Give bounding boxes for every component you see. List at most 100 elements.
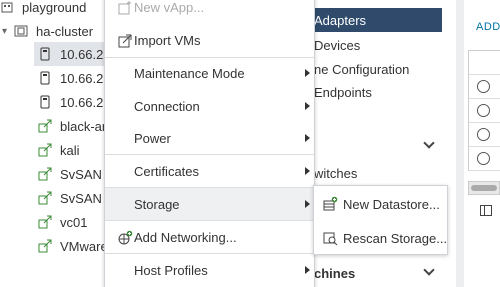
collapse-arrow-icon[interactable]: ▾ (0, 26, 14, 37)
submenu-item-rescan-storage[interactable]: Rescan Storage... (314, 222, 447, 254)
host-context-menu: New vApp... Import VMs Maintenance Mode … (104, 0, 315, 287)
tree-item-vm[interactable]: black-ar (34, 114, 105, 138)
menu-item-label: Add Networking... (134, 230, 237, 245)
table-row[interactable] (469, 123, 500, 147)
menu-item-label: Certificates (134, 164, 200, 179)
vm-icon (38, 167, 52, 181)
tree-item-cluster[interactable]: ▾ ha-cluster (0, 19, 105, 43)
adapters-grid (468, 50, 500, 171)
section-header-machines[interactable]: chines (310, 259, 442, 287)
cluster-icon (14, 25, 28, 37)
nav-item-label: Devices (314, 37, 361, 53)
table-row[interactable] (469, 147, 500, 171)
submenu-arrow-icon (305, 266, 310, 274)
menu-item-label: Power (134, 131, 171, 146)
datacenter-icon (1, 2, 13, 13)
nav-item-endpoints[interactable]: Endpoints (310, 80, 372, 104)
tree-item-label: SvSAN (60, 190, 102, 206)
tree-item-label: 10.66.25 (60, 70, 105, 86)
column-toggle-icon[interactable] (480, 205, 492, 216)
menu-item-label: Import VMs (134, 33, 201, 48)
add-link[interactable]: ADD (476, 21, 500, 33)
panel-divider[interactable] (456, 0, 464, 287)
inventory-tree: playground ▾ ha-cluster 10.66.25 10.66.2… (0, 0, 105, 287)
host-icon (40, 71, 50, 85)
tree-item-datacenter[interactable]: playground (0, 0, 105, 19)
adapters-content-panel: ADD (464, 0, 500, 287)
tree-item-label: 10.66.25 (60, 46, 105, 62)
new-vapp-icon (118, 1, 131, 15)
tree-item-label: ha-cluster (36, 23, 94, 39)
nav-item-label: Adapters (314, 12, 367, 28)
tree-item-label: SvSAN (60, 166, 102, 182)
table-row[interactable] (469, 99, 500, 123)
table-row[interactable] (469, 75, 500, 99)
menu-item-storage[interactable]: Storage (105, 188, 314, 221)
host-icon (40, 95, 50, 109)
tree-item-vm[interactable]: SvSAN (34, 162, 105, 186)
nav-item-label: ne Configuration (314, 61, 410, 77)
menu-item-host-profiles[interactable]: Host Profiles (105, 254, 314, 287)
menu-item-label: Maintenance Mode (134, 66, 245, 81)
rescan-storage-icon (323, 232, 338, 246)
nav-item-devices[interactable]: Devices (310, 33, 360, 57)
nav-item-switches[interactable]: witches (310, 161, 357, 185)
table-header-row (469, 51, 500, 75)
tree-item-vm[interactable]: SvSAN (34, 186, 105, 210)
tree-item-host-selected[interactable]: 10.66.25 (34, 42, 105, 66)
new-datastore-icon (323, 196, 338, 211)
menu-item-power[interactable]: Power (105, 122, 314, 155)
nav-item-configuration[interactable]: ne Configuration (310, 57, 409, 81)
menu-item-label: Connection (134, 99, 200, 114)
vm-icon (38, 215, 52, 229)
tree-item-label: kali (60, 142, 80, 158)
row-radio[interactable] (477, 128, 490, 141)
submenu-item-label: New Datastore... (343, 196, 440, 212)
menu-item-maintenance-mode[interactable]: Maintenance Mode (105, 57, 314, 90)
add-networking-icon (118, 230, 133, 245)
vm-icon (38, 143, 52, 157)
submenu-arrow-icon (305, 134, 310, 142)
tree-item-label: 10.66.25 (60, 94, 105, 110)
submenu-arrow-icon (305, 69, 310, 77)
tree-item-host[interactable]: 10.66.25 (34, 90, 105, 114)
section-label: chines (314, 265, 356, 281)
tree-item-label: vc01 (60, 214, 88, 230)
menu-item-certificates[interactable]: Certificates (105, 155, 314, 188)
menu-item-label: Host Profiles (134, 263, 208, 278)
vm-icon (38, 191, 52, 205)
row-radio[interactable] (477, 152, 490, 165)
tree-item-vm[interactable]: kali (34, 138, 105, 162)
menu-item-new-vapp: New vApp... (105, 0, 314, 24)
tree-item-label: VMware (60, 238, 105, 254)
menu-item-connection[interactable]: Connection (105, 90, 314, 123)
nav-item-label: witches (314, 165, 358, 181)
submenu-arrow-icon (305, 102, 310, 110)
vm-icon (38, 119, 52, 133)
menu-item-label: New vApp... (134, 0, 205, 15)
submenu-arrow-icon (305, 200, 310, 208)
submenu-item-label: Rescan Storage... (343, 230, 448, 246)
menu-item-add-networking[interactable]: Add Networking... (105, 221, 314, 254)
nav-item-adapters[interactable]: Adapters (310, 8, 442, 32)
tree-item-vm[interactable]: vc01 (34, 210, 105, 234)
submenu-arrow-icon (305, 167, 310, 175)
chevron-down-icon[interactable] (423, 137, 435, 149)
scroll-thumb[interactable] (471, 185, 497, 191)
tree-item-label: black-ar (60, 118, 105, 134)
menu-item-import-vms[interactable]: Import VMs (105, 24, 314, 57)
row-radio[interactable] (477, 104, 490, 117)
tree-item-vm[interactable]: VMware (34, 234, 105, 258)
vsphere-client: playground ▾ ha-cluster 10.66.25 10.66.2… (0, 0, 500, 287)
tree-item-host[interactable]: 10.66.25 (34, 66, 105, 90)
submenu-item-new-datastore[interactable]: New Datastore... (314, 188, 447, 220)
import-vms-icon (118, 34, 132, 48)
host-icon (40, 47, 50, 61)
vm-icon (38, 239, 52, 253)
horizontal-scrollbar[interactable] (468, 181, 500, 195)
row-radio[interactable] (477, 80, 490, 93)
tree-item-label: playground (22, 0, 87, 15)
nav-item-label: Endpoints (314, 84, 372, 100)
storage-submenu: New Datastore... Rescan Storage... (313, 185, 448, 255)
menu-item-label: Storage (134, 197, 180, 212)
